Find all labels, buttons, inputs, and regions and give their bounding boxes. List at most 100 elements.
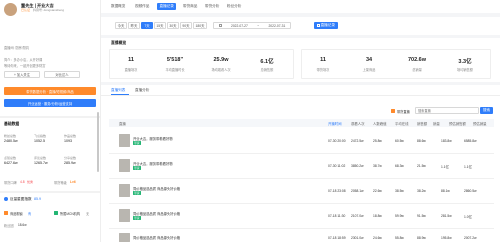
goods-live-checkbox[interactable] <box>391 109 395 113</box>
section-divider <box>0 116 100 118</box>
live-start-time: 07-18 11:30 <box>328 214 346 218</box>
tab-live-records[interactable]: 直播记录 <box>157 2 177 10</box>
live-cover[interactable] <box>119 184 130 197</box>
th-est-volume[interactable]: 预估销量 <box>473 121 487 126</box>
goods-tag: 带货 <box>133 166 141 170</box>
shop-window-icon <box>4 211 8 215</box>
basic-stat-value: 285.9w <box>64 161 76 165</box>
table-row[interactable] <box>109 179 494 204</box>
profile-category: 直播间: 厨房/厨具 <box>4 46 29 50</box>
live-cover[interactable] <box>119 233 130 242</box>
live-title[interactable]: 同价格品选品质 商品源头好价格 <box>133 235 180 240</box>
section-divider <box>0 191 100 193</box>
search-button[interactable]: 搜索 <box>480 107 493 114</box>
promo-banner-orange-label: 带货数据分析 · 直播/短视频/商品 <box>26 89 74 94</box>
stat-value-avg-sales: 3.3亿 <box>458 59 472 65</box>
live-views: 3850.2w <box>351 164 364 168</box>
shop-window-value: 有 <box>28 212 32 216</box>
live-peak: 24.6w <box>373 236 382 240</box>
verified-badge: 已认证 <box>21 8 31 12</box>
tab-sales-analysis[interactable]: 带货分析 <box>205 4 219 9</box>
live-volume: 195.8w <box>441 236 452 240</box>
th-peak[interactable]: 人数峰值 <box>373 121 387 126</box>
level-value: Lv6 <box>70 180 76 184</box>
stat-label-total-sales: 总销售额 <box>260 68 274 72</box>
tab-live-analysis[interactable]: 直播分析 <box>135 88 149 93</box>
live-volume: 88.1w <box>441 189 450 193</box>
range-30days[interactable]: 30天 <box>167 22 179 29</box>
live-sales: 21.5w <box>417 164 426 168</box>
basic-stat-value: 2480.5w <box>4 139 18 143</box>
range-7days[interactable]: 7天 <box>141 22 153 29</box>
basic-stat-6: 分享总数 285.9w <box>64 156 76 165</box>
goods-tag: 带货 <box>133 141 141 145</box>
live-views: 2107.0w <box>351 214 364 218</box>
avatar[interactable] <box>4 3 17 16</box>
stat-value-listed-goods: 34 <box>365 57 373 63</box>
promo-banner-orange[interactable]: 带货数据分析 · 直播/短视频/商品 <box>4 87 96 95</box>
stat-value-avg-views: 25.9w <box>213 57 229 63</box>
profile-douyin-id: 抖音号: dongxiansheng <box>33 8 65 12</box>
date-to: 2022-07-31 <box>268 23 286 28</box>
range-15days[interactable]: 15天 <box>154 22 166 29</box>
tabs-divider <box>101 95 500 96</box>
range-90days[interactable]: 90天 <box>180 22 192 29</box>
range-yesterday[interactable]: 昨天 <box>128 22 140 29</box>
profile-desc-1: 简介：多办小店，从开好课 <box>4 58 43 62</box>
search-input[interactable] <box>415 107 479 114</box>
table-row[interactable] <box>109 129 494 154</box>
th-sales[interactable]: 销售额 <box>417 121 427 126</box>
th-avg-online[interactable]: 平均在线 <box>395 121 409 126</box>
promo-banner-blue[interactable]: 开业运营 · 服务/分析/运营支持 <box>4 99 96 107</box>
table-row[interactable] <box>109 154 494 179</box>
basic-stat-2: 飞瓜指数 1052.5 <box>34 134 46 143</box>
fans-group-label: 粉丝团 <box>4 224 14 228</box>
live-peak: 18.8w <box>373 214 382 218</box>
th-live: 直播 <box>119 122 126 126</box>
th-views[interactable]: 观看人次 <box>351 121 365 126</box>
profile-desc-2: 等待你来，一起开创更多财富 <box>4 64 46 68</box>
level-label: 带货等级 <box>54 181 67 185</box>
live-est-sales: 2007.2w <box>464 236 477 240</box>
goods-live-label: 带货直播 <box>397 110 410 114</box>
live-volume: 1.1亿 <box>441 165 449 169</box>
top-nav: 数据概览 视频作品 直播记录 带货商品 带货分析 粉丝分析 <box>101 0 500 13</box>
mcn-label: 所属MCN机构 <box>60 212 81 216</box>
stat-label-avg-views: 场均观看人次 <box>211 68 231 72</box>
tab-goods[interactable]: 带货商品 <box>183 4 197 9</box>
tab-overview[interactable]: 数据概览 <box>111 4 125 9</box>
range-today[interactable]: 今天 <box>115 22 127 29</box>
stat-label-goods-sessions: 带货场次 <box>316 68 330 72</box>
th-est-sales[interactable]: 预估销售额 <box>449 121 466 126</box>
live-volume: 281.5w <box>441 214 452 218</box>
mcn-icon <box>54 211 58 215</box>
stat-value-avg-duration: 5'518" <box>166 57 184 63</box>
compare-button[interactable]: 对比达人 <box>44 71 80 78</box>
live-cover[interactable] <box>119 159 130 172</box>
table-row[interactable] <box>109 204 494 229</box>
sidebar-scrollbar[interactable] <box>97 112 99 172</box>
live-views: 2058.1w <box>351 189 364 193</box>
tab-fans-analysis[interactable]: 粉丝分析 <box>227 4 241 9</box>
goods-tag: 带货 <box>133 216 141 220</box>
export-live-button[interactable]: 直播记录 <box>314 22 338 29</box>
tab-videos[interactable]: 视频作品 <box>135 4 149 9</box>
th-volume[interactable]: 销量 <box>433 121 440 126</box>
basic-stat-label: 评论总数 <box>34 156 47 160</box>
tab-live-list[interactable]: 直播列表 <box>111 88 125 93</box>
follow-label: + 加入关注 <box>13 73 31 77</box>
live-cover[interactable] <box>119 134 130 147</box>
th-start-time[interactable]: 开播时间 <box>328 121 342 126</box>
live-avg-online: 55.8w <box>395 236 404 240</box>
range-180days[interactable]: 180天 <box>193 22 207 29</box>
live-peak: 38.7w <box>373 164 382 168</box>
date-range-picker[interactable]: 2022-07-27 ~ 2022-07-31 <box>213 22 291 29</box>
follow-button[interactable]: + 加入关注 <box>4 71 40 78</box>
live-start-time: 07-18 18:59 <box>328 236 346 240</box>
rank-value: 4.8 <box>20 180 25 184</box>
live-cover[interactable] <box>119 209 130 222</box>
live-avg-online: 38.5w <box>395 189 404 193</box>
export-icon <box>317 24 320 27</box>
calendar-icon <box>218 24 222 27</box>
compare-label: 对比达人 <box>55 73 69 77</box>
